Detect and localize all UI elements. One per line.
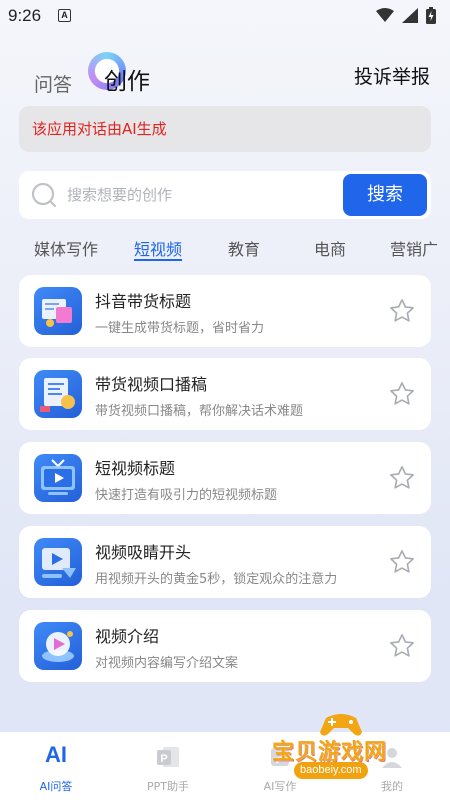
ai-qa-icon: AI [45,742,67,767]
top-header: 问答 创作 投诉举报 [0,50,450,100]
tab-create[interactable]: 创作 [104,62,150,96]
wifi-icon [376,8,394,22]
card-title: 短视频标题 [95,459,176,478]
ai-notice-text: 该应用对话由AI生成 [32,120,167,138]
status-icons [376,7,436,24]
nav-ai-qa[interactable]: AI AI问答 [0,732,112,800]
video-intro-icon [34,622,82,670]
search-icon [31,182,57,208]
search-bar: 搜索 [19,171,431,219]
nav-ppt[interactable]: P PPT助手 [112,732,224,800]
category-short-video[interactable]: 短视频 [134,236,182,260]
active-category-indicator [134,259,182,261]
star-icon[interactable] [388,464,416,492]
category-ecommerce[interactable]: 电商 [314,236,346,260]
shopping-title-icon [34,287,82,335]
card-title: 视频介绍 [95,627,160,646]
card-desc: 用视频开头的黄金5秒，锁定观众的注意力 [95,572,338,587]
tv-play-icon [34,454,82,502]
star-icon[interactable] [388,297,416,325]
notification-icon: A [58,9,71,22]
search-input[interactable] [67,177,337,213]
tab-qa[interactable]: 问答 [34,70,72,97]
category-tabs: 媒体写作 短视频 教育 电商 营销广 [0,231,450,267]
category-marketing[interactable]: 营销广 [390,236,438,260]
nav-label: PPT助手 [147,780,189,793]
card-desc: 快速打造有吸引力的短视频标题 [95,488,278,503]
category-media-writing[interactable]: 媒体写作 [34,236,98,260]
search-button[interactable]: 搜索 [343,174,427,216]
watermark: 宝贝游戏网 baobeiy.com [270,712,420,784]
card-title: 视频吸睛开头 [95,543,192,562]
category-education[interactable]: 教育 [228,236,260,260]
status-bar: 9:26 A [0,0,450,32]
template-card[interactable]: 抖音带货标题 一键生成带货标题，省时省力 [19,275,431,347]
script-board-icon [34,370,82,418]
star-icon[interactable] [388,548,416,576]
nav-label: AI问答 [39,780,73,793]
template-card[interactable]: 视频介绍 对视频内容编写介绍文案 [19,610,431,682]
card-title: 带货视频口播稿 [95,375,208,394]
star-icon[interactable] [388,632,416,660]
template-card[interactable]: 带货视频口播稿 带货视频口播稿，帮你解决话术难题 [19,358,431,430]
card-title: 抖音带货标题 [95,292,192,311]
battery-icon [426,7,436,24]
report-button[interactable]: 投诉举报 [354,62,430,89]
star-icon[interactable] [388,380,416,408]
template-card[interactable]: 短视频标题 快速打造有吸引力的短视频标题 [19,442,431,514]
card-desc: 对视频内容编写介绍文案 [95,656,239,671]
status-time: 9:26 [8,6,42,25]
ai-notice-banner: 该应用对话由AI生成 [19,106,431,152]
card-desc: 一键生成带货标题，省时省力 [95,321,265,336]
ppt-icon: P [157,747,179,767]
template-card[interactable]: 视频吸睛开头 用视频开头的黄金5秒，锁定观众的注意力 [19,526,431,598]
video-play-icon [34,538,82,586]
watermark-url: baobeiy.com [294,762,368,779]
ppt-icon-letter: P [160,753,167,765]
signal-icon [402,8,418,23]
card-desc: 带货视频口播稿，帮你解决话术难题 [95,404,304,419]
